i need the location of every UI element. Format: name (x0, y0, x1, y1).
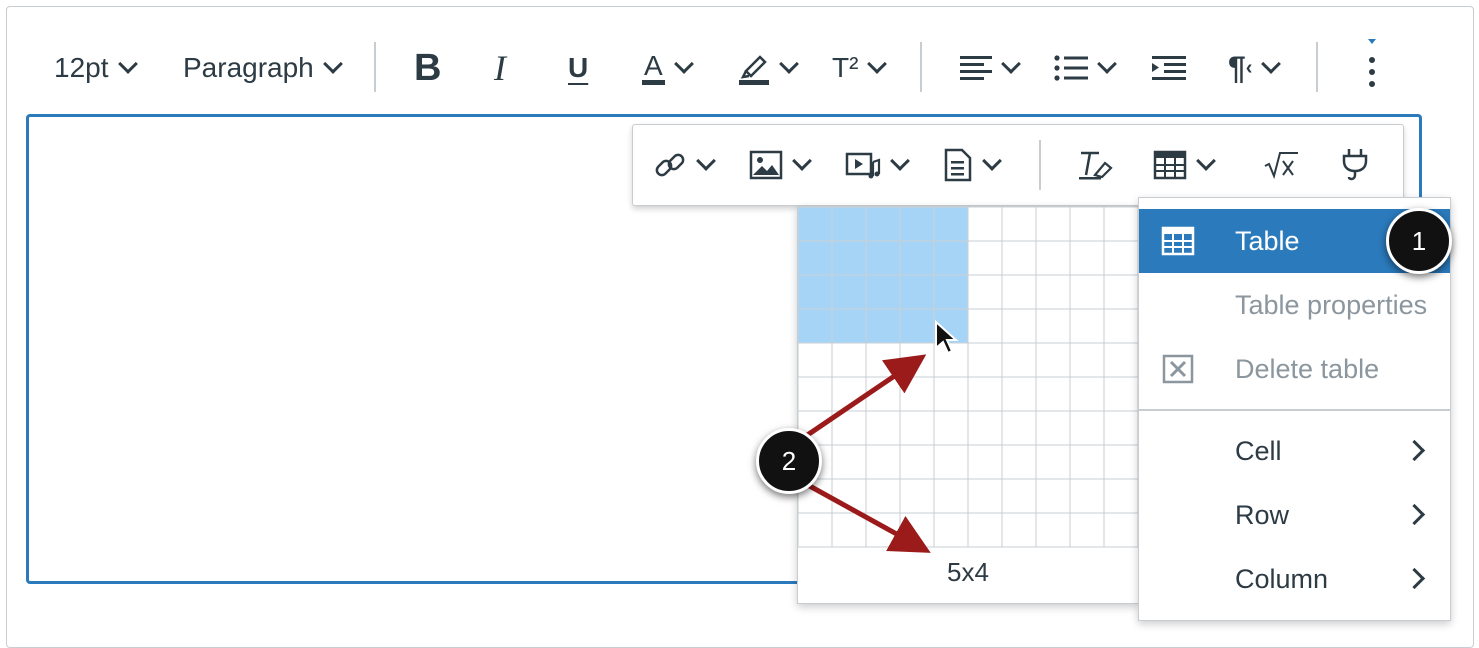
annotation-arrow (804, 354, 927, 439)
callout-number: 1 (1411, 225, 1427, 256)
annotation-arrows (804, 354, 931, 553)
callout-badge-1: 1 (1386, 208, 1452, 274)
callout-number: 2 (781, 445, 797, 476)
mouse-cursor-icon (935, 320, 959, 355)
annotation-arrow (804, 481, 931, 553)
callout-badge-2: 2 (756, 428, 822, 494)
